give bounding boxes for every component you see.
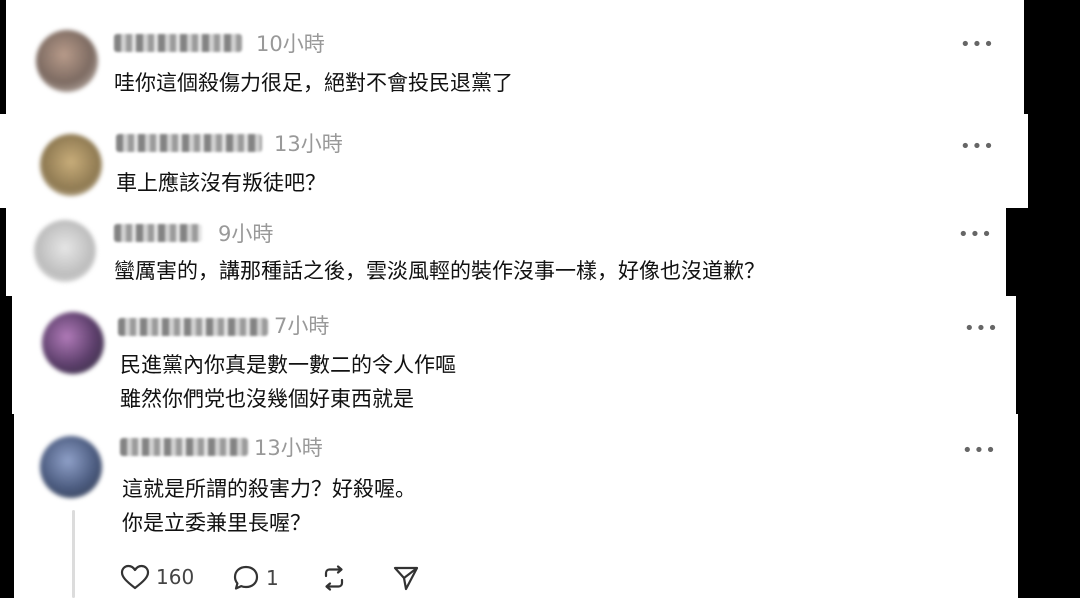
more-icon[interactable]: •••	[960, 138, 995, 156]
username-blurred[interactable]	[118, 318, 268, 336]
comment-text-line-1: 這就是所謂的殺害力？好殺喔。	[122, 477, 416, 501]
comment-icon	[232, 564, 260, 592]
timestamp: 9小時	[218, 222, 274, 246]
repost-icon	[320, 564, 348, 592]
like-button[interactable]: 160	[120, 564, 194, 590]
comment-card-3: 9小時 ••• 蠻厲害的，講那種話之後，雲淡風輕的裝作沒事一樣，好像也沒道歉？	[6, 208, 1006, 296]
avatar[interactable]	[40, 436, 102, 498]
comment-text: 哇你這個殺傷力很足，絕對不會投民退黨了	[114, 71, 513, 95]
reply-count: 1	[266, 566, 279, 590]
more-icon[interactable]: •••	[964, 320, 999, 338]
avatar[interactable]	[34, 220, 96, 282]
comment-card-5: 13小時 ••• 這就是所謂的殺害力？好殺喔。 你是立委兼里長喔？ 160 1	[14, 414, 1018, 598]
comment-text-line-1: 民進黨內你真是數一數二的令人作嘔	[120, 353, 456, 377]
timestamp: 13小時	[254, 436, 323, 460]
comment-card-1: 10小時 ••• 哇你這個殺傷力很足，絕對不會投民退黨了	[6, 0, 1024, 114]
repost-button[interactable]	[320, 564, 348, 592]
comment-card-2: 13小時 ••• 車上應該沒有叛徒吧？	[0, 114, 1028, 208]
reply-button[interactable]: 1	[232, 564, 279, 592]
avatar[interactable]	[42, 312, 104, 374]
share-button[interactable]	[392, 564, 420, 592]
username-blurred[interactable]	[114, 34, 242, 52]
timestamp: 7小時	[274, 314, 330, 338]
timestamp: 13小時	[274, 132, 343, 156]
comment-card-4: 7小時 ••• 民進黨內你真是數一數二的令人作嘔 雖然你們党也沒幾個好東西就是	[12, 296, 1016, 414]
avatar[interactable]	[36, 30, 98, 92]
more-icon[interactable]: •••	[960, 36, 995, 54]
comment-text-line-2: 你是立委兼里長喔？	[122, 511, 311, 535]
like-count: 160	[156, 565, 195, 589]
comment-text: 車上應該沒有叛徒吧？	[116, 171, 326, 195]
comment-text-line-2: 雖然你們党也沒幾個好東西就是	[120, 387, 414, 411]
username-blurred[interactable]	[114, 224, 202, 242]
more-icon[interactable]: •••	[958, 226, 993, 244]
heart-icon	[120, 564, 150, 590]
share-icon	[392, 564, 420, 592]
thread-line	[72, 510, 75, 598]
comment-text: 蠻厲害的，講那種話之後，雲淡風輕的裝作沒事一樣，好像也沒道歉？	[114, 259, 765, 283]
more-icon[interactable]: •••	[962, 442, 997, 460]
avatar[interactable]	[40, 134, 102, 196]
username-blurred[interactable]	[116, 134, 262, 152]
timestamp: 10小時	[256, 32, 325, 56]
username-blurred[interactable]	[120, 438, 248, 456]
